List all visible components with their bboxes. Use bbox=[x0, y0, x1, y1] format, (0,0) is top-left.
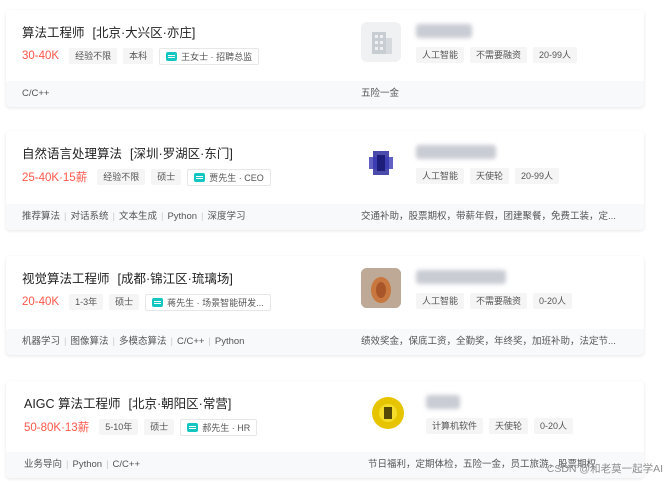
recruiter-info[interactable]: 郝先生 · HR bbox=[180, 418, 258, 436]
chat-icon bbox=[152, 297, 164, 307]
salary: 25-40K·15薪 bbox=[22, 172, 88, 184]
job-card[interactable]: 算法工程师 [北京·大兴区·亦庄] 30-40K 经验不限 本科 王女士 · 招聘… bbox=[6, 10, 644, 107]
skill-tag: 图像算法 bbox=[60, 329, 108, 355]
recruiter-info[interactable]: 蒋先生 · 场景智能研发... bbox=[145, 293, 271, 311]
company-industry-tag: 人工智能 bbox=[416, 47, 465, 63]
company-industry-tag: 计算机软件 bbox=[426, 418, 484, 434]
job-card[interactable]: 视觉算法工程师 [成都·锦江区·琉璃场] 20-40K 1-3年 硕士 蒋先生 ·… bbox=[6, 256, 644, 355]
experience-tag: 5-10年 bbox=[99, 419, 139, 435]
skill-tag: 文本生成 bbox=[109, 204, 157, 230]
recruiter-name: 蒋先生 · 场景智能研发... bbox=[167, 297, 264, 308]
company-size-tag: 0-20人 bbox=[533, 293, 573, 309]
skill-tag: C/C++ bbox=[102, 452, 140, 478]
skill-tag: 对话系统 bbox=[60, 204, 108, 230]
chat-icon bbox=[166, 51, 178, 61]
degree-tag: 硕士 bbox=[109, 294, 140, 310]
degree-tag: 硕士 bbox=[151, 169, 182, 185]
company-funding-tag: 不需要融资 bbox=[470, 47, 528, 63]
recruiter-name: 王女士 · 招聘总监 bbox=[181, 51, 253, 62]
salary: 20-40K bbox=[22, 296, 60, 308]
job-location: [成都·锦江区·琉璃场] bbox=[117, 272, 233, 286]
company-logo-icon[interactable] bbox=[368, 393, 408, 433]
company-name-blurred[interactable] bbox=[416, 270, 506, 284]
skill-tag: Python bbox=[204, 329, 245, 355]
job-location: [北京·朝阳区·常营] bbox=[128, 397, 232, 411]
company-logo-icon[interactable] bbox=[361, 268, 401, 308]
company-funding-tag: 天使轮 bbox=[489, 418, 529, 434]
skill-list: 业务导向 Python C/C++ bbox=[24, 452, 140, 478]
experience-tag: 1-3年 bbox=[69, 294, 104, 310]
salary: 50-80K·13薪 bbox=[24, 422, 90, 434]
recruiter-info[interactable]: 王女士 · 招聘总监 bbox=[159, 47, 260, 65]
skill-tag: C/C++ bbox=[166, 329, 204, 355]
skill-tag: 多模态算法 bbox=[109, 329, 167, 355]
job-title[interactable]: 算法工程师 [北京·大兴区·亦庄] bbox=[22, 22, 195, 41]
skill-tag: 机器学习 bbox=[22, 336, 61, 347]
company-size-tag: 20-99人 bbox=[515, 168, 560, 184]
chat-icon bbox=[194, 172, 206, 182]
skill-tag: Python bbox=[157, 204, 197, 230]
job-location: [深圳·罗湖区·东门] bbox=[130, 147, 233, 161]
company-size-tag: 0-20人 bbox=[534, 418, 574, 434]
job-title[interactable]: 自然语言处理算法 [深圳·罗湖区·东门] bbox=[22, 143, 233, 162]
company-funding-tag: 天使轮 bbox=[470, 168, 510, 184]
skill-tag: 深度学习 bbox=[197, 204, 246, 230]
skill-list: 推荐算法 对话系统 文本生成 Python 深度学习 bbox=[22, 204, 246, 230]
benefits-text: 五险一金 bbox=[361, 88, 400, 99]
experience-tag: 经验不限 bbox=[97, 169, 146, 185]
degree-tag: 硕士 bbox=[144, 419, 175, 435]
company-name-blurred[interactable] bbox=[416, 145, 496, 159]
company-name-blurred[interactable] bbox=[416, 24, 472, 38]
company-industry-tag: 人工智能 bbox=[416, 293, 465, 309]
job-card[interactable]: 自然语言处理算法 [深圳·罗湖区·东门] 25-40K·15薪 经验不限 硕士 贾… bbox=[6, 131, 644, 230]
job-title[interactable]: 视觉算法工程师 [成都·锦江区·琉璃场] bbox=[22, 268, 233, 287]
benefits-text: 交通补助，股票期权，带薪年假，团建聚餐，免费工装，定... bbox=[361, 211, 616, 222]
company-industry-tag: 人工智能 bbox=[416, 168, 465, 184]
skill-tag: 业务导向 bbox=[24, 459, 63, 470]
skill-tag: C/C++ bbox=[22, 88, 50, 99]
company-name-blurred[interactable] bbox=[426, 395, 460, 409]
degree-tag: 本科 bbox=[123, 48, 154, 64]
job-location: [北京·大兴区·亦庄] bbox=[92, 26, 196, 40]
recruiter-name: 郝先生 · HR bbox=[202, 422, 251, 433]
skill-list: C/C++ bbox=[22, 81, 49, 107]
skill-list: 机器学习 图像算法 多模态算法 C/C++ Python bbox=[22, 329, 244, 355]
watermark: CSDN @和老莫一起学AI bbox=[546, 463, 663, 475]
building-icon[interactable] bbox=[361, 22, 401, 62]
benefits-text: 绩效奖金，保底工资，全勤奖，年终奖，加班补助，法定节... bbox=[361, 336, 616, 347]
skill-tag: Python bbox=[62, 452, 102, 478]
chat-icon bbox=[187, 422, 199, 432]
recruiter-info[interactable]: 贾先生 · CEO bbox=[187, 168, 271, 186]
company-size-tag: 20-99人 bbox=[533, 47, 578, 63]
recruiter-name: 贾先生 · CEO bbox=[209, 172, 264, 183]
salary: 30-40K bbox=[22, 50, 60, 62]
company-funding-tag: 不需要融资 bbox=[470, 293, 528, 309]
experience-tag: 经验不限 bbox=[69, 48, 118, 64]
company-logo-icon[interactable] bbox=[361, 143, 401, 183]
job-title[interactable]: AIGC 算法工程师 [北京·朝阳区·常营] bbox=[24, 393, 231, 412]
skill-tag: 推荐算法 bbox=[22, 211, 61, 222]
